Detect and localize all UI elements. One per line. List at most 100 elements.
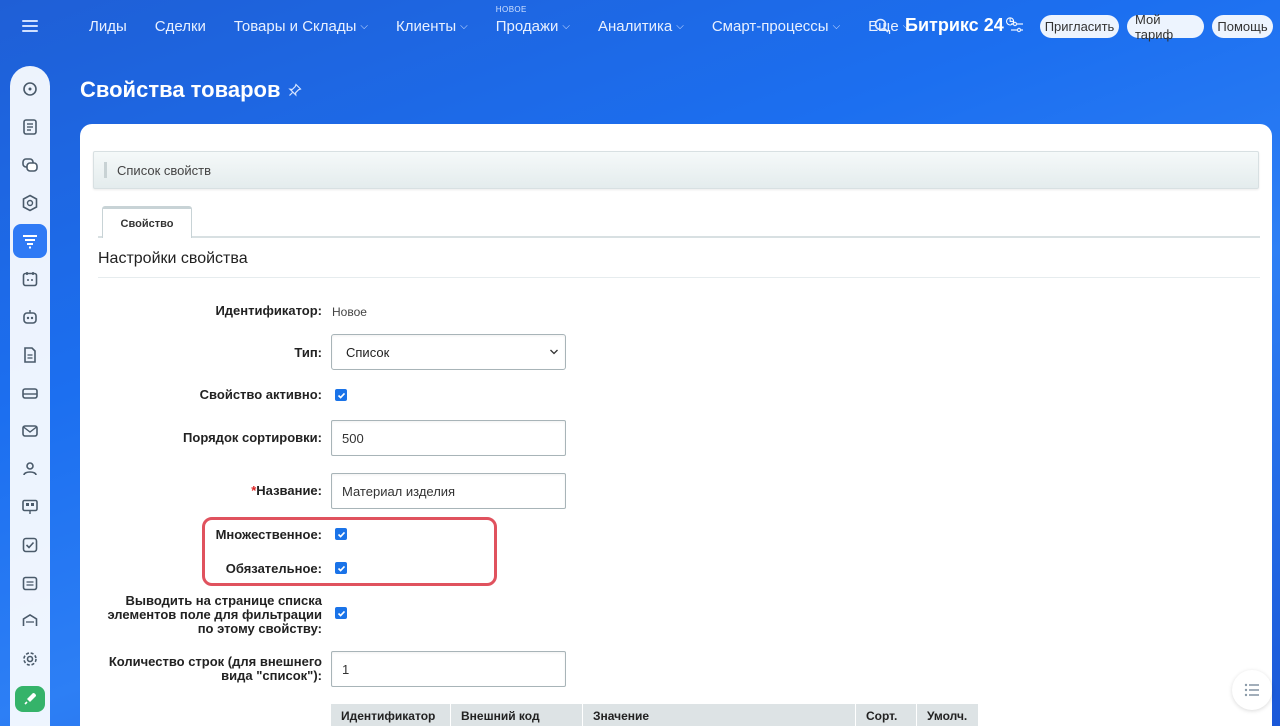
- column-header-default: Умолч.: [927, 709, 968, 723]
- nav-item[interactable]: Смарт-процессы ⌵: [712, 18, 840, 35]
- presentation-icon: [22, 499, 38, 514]
- name-input[interactable]: [331, 473, 566, 509]
- filter-label-line-1: Выводить на странице списка: [125, 593, 322, 608]
- column-header-sort: Сорт.: [856, 704, 917, 726]
- type-select[interactable]: Список: [331, 334, 566, 370]
- people-icon: [23, 462, 37, 476]
- pin-icon[interactable]: [288, 83, 303, 97]
- sidebar-item-chat[interactable]: [13, 148, 47, 182]
- floating-list-button[interactable]: [1232, 670, 1272, 710]
- identifier-label: Идентификатор:: [215, 303, 322, 318]
- sidebar-item-hub[interactable]: [13, 186, 47, 220]
- nav-item-label: Лиды: [89, 18, 127, 35]
- sidebar-item-crm[interactable]: [13, 224, 47, 258]
- nav-item-label: Товары и Склады: [233, 18, 357, 35]
- brand-logo[interactable]: Битрикс 24 ◷: [905, 15, 1014, 36]
- sidebar-item-launch[interactable]: [15, 686, 45, 712]
- active-label: Свойство активно:: [199, 387, 322, 402]
- check-icon: [337, 565, 345, 572]
- tab-property[interactable]: Свойство: [102, 206, 192, 238]
- type-select-value: Список: [346, 344, 390, 360]
- multiple-checkbox[interactable]: [335, 528, 347, 540]
- rows-input[interactable]: [331, 651, 566, 687]
- values-table-header: Идентификатор Внешний код Значение Сорт.…: [331, 704, 978, 726]
- store-icon: [22, 614, 38, 626]
- rows-label: Количество строк (для внешнего вида "спи…: [80, 655, 322, 683]
- sidebar-item-calendar[interactable]: [13, 262, 47, 296]
- check-icon: [337, 610, 345, 617]
- calendar-icon: [22, 272, 38, 287]
- feed-icon: [23, 82, 37, 96]
- funnel-icon: [23, 235, 37, 249]
- nav-item[interactable]: Аналитика ⌵: [598, 18, 684, 35]
- identifier-value: Новое: [332, 305, 367, 319]
- search-button[interactable]: [873, 17, 891, 35]
- menu-toggle-button[interactable]: [14, 14, 46, 38]
- sidebar-item-drive[interactable]: [13, 376, 47, 410]
- help-button[interactable]: Помощь: [1212, 15, 1273, 38]
- nav-item-label: Продажи: [495, 18, 559, 35]
- rocket-icon: [24, 693, 36, 705]
- active-checkbox[interactable]: [335, 389, 347, 401]
- page-title: Свойства товаров: [80, 77, 303, 103]
- list-icon: [1244, 683, 1259, 697]
- sidebar-item-sites[interactable]: [13, 490, 47, 524]
- gear-icon: [23, 652, 37, 666]
- chat-icon: [22, 158, 38, 172]
- chevron-down-icon: [550, 349, 558, 355]
- sidebar-item-booking[interactable]: [13, 566, 47, 600]
- breadcrumb-link[interactable]: Список свойств: [117, 163, 211, 178]
- chevron-down-icon: ⌵: [832, 21, 841, 32]
- invite-button[interactable]: Пригласить: [1040, 15, 1119, 38]
- type-label: Тип:: [294, 345, 322, 360]
- schedule-icon: [22, 576, 38, 591]
- section-divider: [98, 277, 1260, 278]
- filter-checkbox[interactable]: [335, 607, 347, 619]
- hexagon-icon: [22, 194, 38, 212]
- content-card: Список свойств Свойство Настройки свойст…: [80, 124, 1272, 726]
- brand-settings-button[interactable]: [1010, 20, 1024, 34]
- sidebar-item-copilot[interactable]: [13, 300, 47, 334]
- nav-item[interactable]: НОВОЕ Продажи ⌵: [495, 5, 570, 35]
- name-label: *Название:: [80, 484, 322, 498]
- robot-icon: [23, 310, 37, 324]
- nav-item-label: Сделки: [154, 18, 206, 35]
- column-header-external-code: Внешний код: [451, 704, 583, 726]
- left-sidebar: [10, 66, 50, 726]
- sidebar-item-tasks[interactable]: [13, 528, 47, 562]
- sidebar-item-news[interactable]: [13, 110, 47, 144]
- burger-icon: [22, 20, 38, 32]
- section-title: Настройки свойства: [98, 250, 248, 267]
- check-icon: [337, 531, 345, 538]
- sidebar-item-mail[interactable]: [13, 414, 47, 448]
- column-header-identifier: Идентификатор: [331, 704, 451, 726]
- sidebar-item-docs[interactable]: [13, 338, 47, 372]
- breadcrumb-marker: [104, 162, 107, 178]
- document-icon: [24, 347, 36, 363]
- nav-item[interactable]: Товары и Склады ⌵: [234, 18, 368, 35]
- sidebar-item-feed[interactable]: [13, 72, 47, 106]
- search-icon: [874, 18, 889, 33]
- mail-icon: [22, 425, 38, 437]
- new-badge: НОВОЕ: [495, 5, 527, 14]
- multiple-label: Множественное:: [215, 527, 322, 542]
- nav-item-label: Аналитика: [598, 18, 673, 35]
- filter-label-line-3: по этому свойству:: [197, 621, 322, 636]
- sliders-icon: [1011, 21, 1023, 33]
- sort-input[interactable]: [331, 420, 566, 456]
- sidebar-item-contacts[interactable]: [13, 452, 47, 486]
- sidebar-item-settings[interactable]: [13, 642, 47, 676]
- chevron-down-icon: ⌵: [562, 21, 570, 32]
- nav-item[interactable]: Сделки: [155, 18, 206, 35]
- chevron-down-icon: ⌵: [460, 21, 468, 32]
- plan-button[interactable]: Мой тариф: [1127, 12, 1204, 42]
- required-label: Обязательное:: [225, 561, 322, 576]
- checkbox-icon: [22, 537, 38, 553]
- check-icon: [337, 392, 345, 399]
- sidebar-item-store[interactable]: [13, 604, 47, 638]
- brand-name: Битрикс: [905, 15, 979, 35]
- required-checkbox[interactable]: [335, 562, 347, 574]
- rows-label-line-1: Количество строк (для внешнего: [108, 654, 322, 669]
- nav-item[interactable]: Клиенты ⌵: [396, 18, 468, 35]
- nav-item[interactable]: Лиды: [89, 18, 127, 35]
